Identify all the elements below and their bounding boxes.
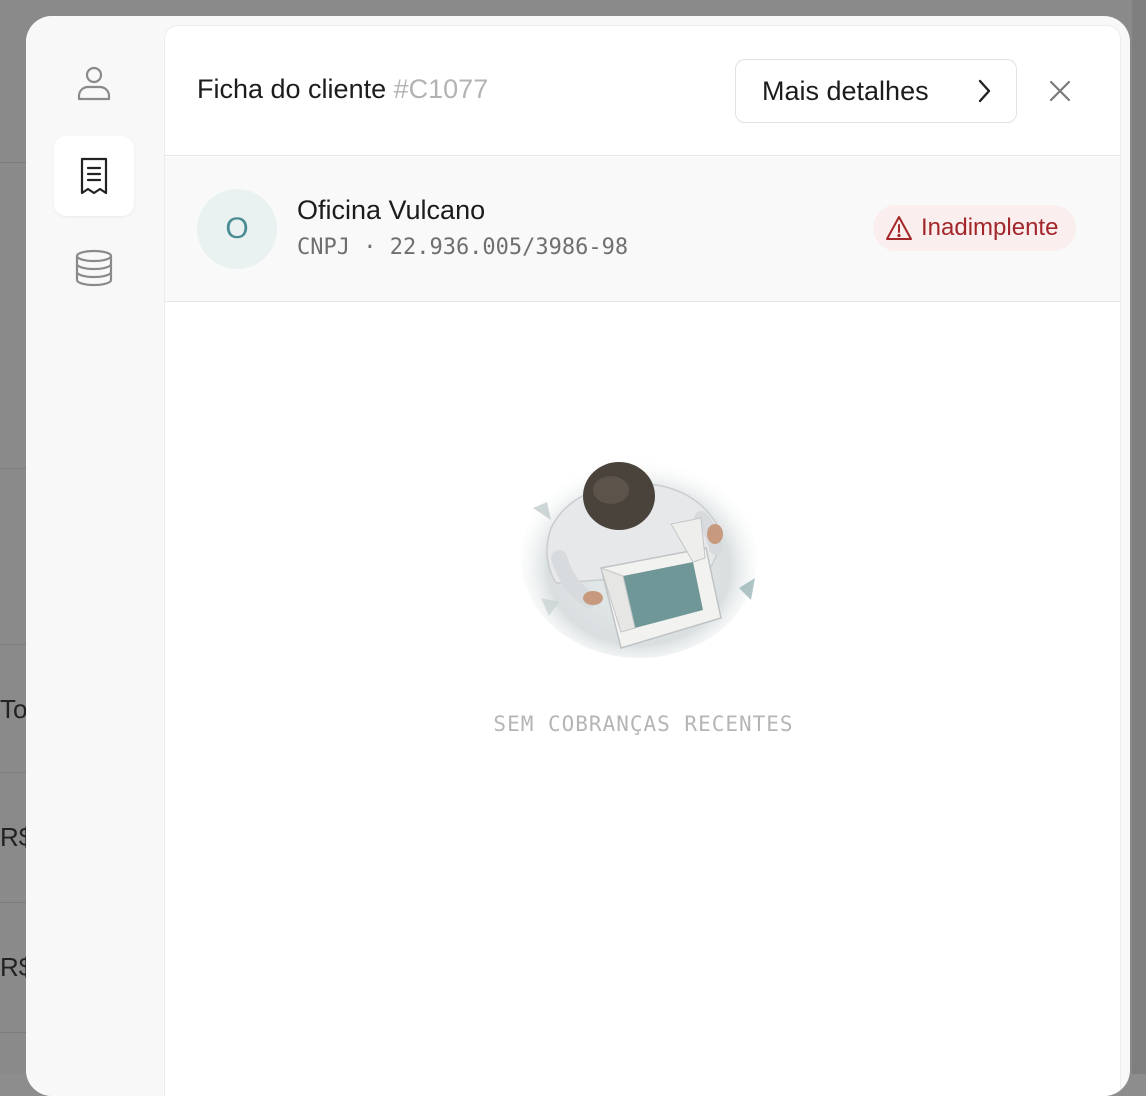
more-details-label: Mais detalhes [762, 75, 929, 106]
rail-tab-profile[interactable] [54, 44, 134, 124]
background-scrollbar [1132, 0, 1146, 1074]
client-panel: Ficha do cliente #C1077 Mais detalhes O … [164, 25, 1121, 1096]
rail-tab-billing[interactable] [54, 136, 134, 216]
page-title: Ficha do cliente #C1077 [197, 74, 488, 105]
background-row-label: To [0, 694, 28, 724]
page-title-text: Ficha do cliente [197, 74, 387, 104]
more-details-button[interactable]: Mais detalhes [735, 59, 1017, 123]
status-badge: Inadimplente [873, 205, 1077, 251]
close-icon [1049, 80, 1071, 102]
client-code: #C1077 [393, 74, 489, 104]
close-button[interactable] [1039, 70, 1081, 112]
avatar: O [197, 189, 277, 269]
rail-tab-data[interactable] [54, 228, 134, 308]
client-document: CNPJ · 22.936.005/3986-98 [297, 235, 629, 260]
database-icon [75, 249, 113, 287]
empty-box-illustration [521, 458, 757, 658]
panel-header: Ficha do cliente #C1077 Mais detalhes [165, 26, 1120, 156]
receipt-icon [80, 157, 108, 195]
warning-icon [886, 216, 912, 240]
status-badge-label: Inadimplente [921, 214, 1059, 241]
user-icon [77, 66, 111, 101]
side-rail [26, 16, 162, 1096]
client-summary: O Oficina Vulcano CNPJ · 22.936.005/3986… [165, 157, 1120, 302]
chevron-right-icon [978, 79, 991, 103]
client-modal: Ficha do cliente #C1077 Mais detalhes O … [26, 16, 1130, 1096]
client-name: Oficina Vulcano [297, 195, 486, 225]
empty-state-message: SEM COBRANÇAS RECENTES [493, 712, 794, 736]
